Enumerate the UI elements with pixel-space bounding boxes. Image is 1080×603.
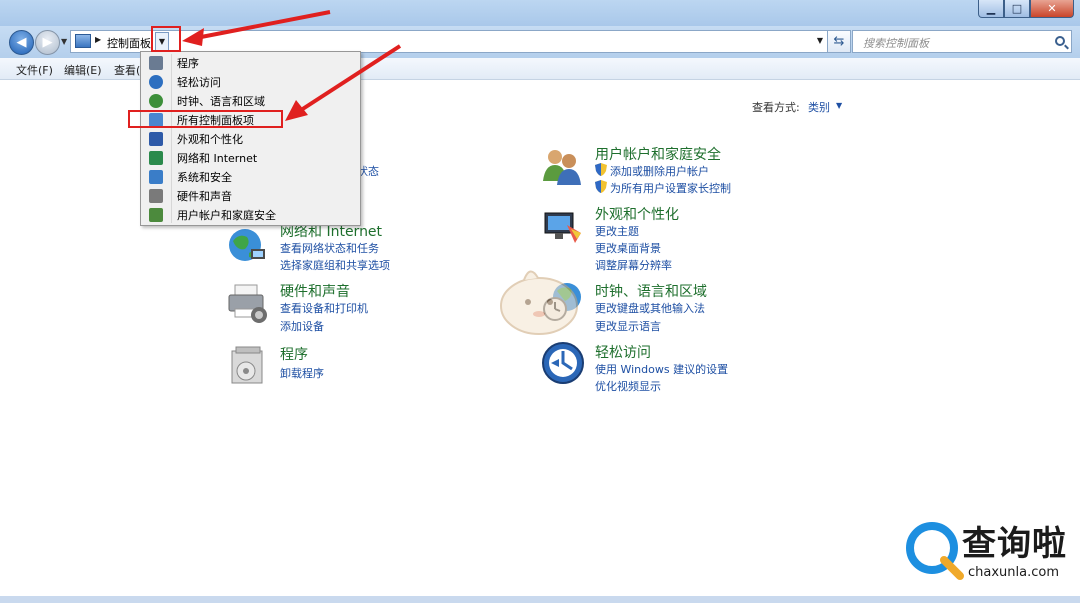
address-history-arrow-icon[interactable]: ▼ bbox=[817, 36, 823, 45]
link-devices-printers[interactable]: 查看设备和打印机 bbox=[280, 300, 368, 316]
search-icon[interactable] bbox=[1055, 36, 1065, 46]
menu-item-appearance[interactable]: 外观和个性化 bbox=[143, 129, 358, 148]
window-controls: ▁ □ ✕ bbox=[978, 0, 1074, 18]
menu-item-label: 网络和 Internet bbox=[177, 151, 258, 165]
menu-item-system-security[interactable]: 系统和安全 bbox=[143, 167, 358, 186]
link-change-theme[interactable]: 更改主题 bbox=[595, 223, 639, 239]
menu-item-network[interactable]: 网络和 Internet bbox=[143, 148, 358, 167]
appearance-icon bbox=[149, 131, 163, 146]
watermark-logo-icon bbox=[906, 522, 964, 580]
category-title-clock[interactable]: 时钟、语言和区域 bbox=[595, 281, 707, 301]
control-panel-icon bbox=[75, 34, 91, 48]
annotation-highlight-all-items bbox=[128, 110, 283, 128]
link-keyboard-input[interactable]: 更改键盘或其他输入法 bbox=[595, 300, 705, 316]
watermark-brand: 查询啦 bbox=[962, 524, 1067, 564]
link-homegroup-sharing[interactable]: 选择家庭组和共享选项 bbox=[280, 257, 390, 273]
ease-of-access-icon[interactable] bbox=[541, 341, 585, 385]
search-placeholder: 搜索控制面板 bbox=[863, 37, 929, 50]
menu-edit[interactable]: 编辑(E) bbox=[64, 62, 102, 78]
menu-item-programs[interactable]: 程序 bbox=[143, 53, 358, 72]
uac-shield-icon bbox=[595, 163, 607, 176]
ease-of-access-icon bbox=[149, 74, 163, 89]
title-bar: ▁ □ ✕ bbox=[0, 0, 1080, 26]
menu-item-label: 程序 bbox=[177, 56, 199, 70]
programs-box-icon[interactable] bbox=[226, 343, 270, 387]
link-optimize-display[interactable]: 优化视频显示 bbox=[595, 378, 661, 394]
uac-shield-icon bbox=[595, 180, 607, 193]
user-accounts-icon bbox=[149, 207, 163, 222]
link-add-remove-users[interactable]: 添加或删除用户帐户 bbox=[610, 163, 709, 179]
menu-view[interactable]: 查看( bbox=[114, 62, 140, 78]
menu-item-label: 用户帐户和家庭安全 bbox=[177, 208, 276, 222]
category-title-appearance[interactable]: 外观和个性化 bbox=[595, 204, 679, 224]
users-icon[interactable] bbox=[541, 143, 585, 187]
appearance-monitor-icon[interactable] bbox=[541, 205, 585, 249]
category-title-hardware[interactable]: 硬件和声音 bbox=[280, 281, 350, 301]
minimize-button[interactable]: ▁ bbox=[978, 0, 1004, 18]
link-uninstall-program[interactable]: 卸载程序 bbox=[280, 365, 324, 381]
link-desktop-background[interactable]: 更改桌面背景 bbox=[595, 240, 661, 256]
breadcrumb-separator-icon[interactable]: ▶ bbox=[95, 35, 101, 44]
view-by-label: 查看方式: bbox=[752, 101, 800, 114]
menu-item-label: 外观和个性化 bbox=[177, 132, 243, 146]
link-parental-controls[interactable]: 为所有用户设置家长控制 bbox=[610, 180, 731, 196]
menu-item-user-accounts[interactable]: 用户帐户和家庭安全 bbox=[143, 205, 358, 224]
link-add-device[interactable]: 添加设备 bbox=[280, 318, 324, 334]
annotation-highlight-dropdown bbox=[151, 26, 181, 52]
menu-item-label: 时钟、语言和区域 bbox=[177, 94, 265, 108]
view-by-chevron-icon[interactable]: ▼ bbox=[836, 101, 842, 110]
programs-icon bbox=[149, 55, 163, 70]
menu-item-label: 轻松访问 bbox=[177, 75, 221, 89]
forward-button[interactable]: ▶ bbox=[35, 30, 60, 55]
menu-item-label: 硬件和声音 bbox=[177, 189, 232, 203]
system-security-icon bbox=[149, 169, 163, 184]
watermark-mascot-icon bbox=[500, 270, 578, 335]
breadcrumb-dropdown-menu: 程序 轻松访问 时钟、语言和区域 所有控制面板项 外观和个性化 网络和 Inte… bbox=[140, 51, 361, 226]
link-view-network-status[interactable]: 查看网络状态和任务 bbox=[280, 240, 379, 256]
category-title-users[interactable]: 用户帐户和家庭安全 bbox=[595, 144, 721, 164]
menu-item-ease-of-access[interactable]: 轻松访问 bbox=[143, 72, 358, 91]
network-globe-icon[interactable] bbox=[225, 223, 269, 267]
close-button[interactable]: ✕ bbox=[1030, 0, 1074, 18]
clock-language-icon bbox=[149, 93, 163, 108]
printer-icon[interactable] bbox=[225, 281, 269, 325]
link-screen-resolution[interactable]: 调整屏幕分辨率 bbox=[595, 257, 672, 273]
back-button[interactable]: ◀ bbox=[9, 30, 34, 55]
menu-item-hardware-sound[interactable]: 硬件和声音 bbox=[143, 186, 358, 205]
category-title-programs[interactable]: 程序 bbox=[280, 344, 308, 364]
view-by-dropdown[interactable]: 类别 bbox=[808, 99, 830, 115]
window-bottom-edge bbox=[0, 596, 1080, 603]
breadcrumb-control-panel[interactable]: 控制面板 bbox=[107, 35, 151, 51]
search-input[interactable]: 搜索控制面板 bbox=[852, 30, 1072, 53]
recent-pages-arrow-icon[interactable]: ▼ bbox=[61, 37, 67, 46]
refresh-button[interactable]: ⇆ bbox=[827, 30, 851, 53]
maximize-button[interactable]: □ bbox=[1004, 0, 1030, 18]
link-display-language[interactable]: 更改显示语言 bbox=[595, 318, 661, 334]
link-recommended-settings[interactable]: 使用 Windows 建议的设置 bbox=[595, 361, 728, 377]
address-bar[interactable]: ▶ 控制面板 ▼ ▼ bbox=[70, 30, 828, 53]
menu-file[interactable]: 文件(F) bbox=[16, 62, 53, 78]
network-icon bbox=[149, 150, 163, 165]
watermark-url: chaxunla.com bbox=[968, 565, 1059, 580]
category-title-ease[interactable]: 轻松访问 bbox=[595, 342, 651, 362]
hardware-sound-icon bbox=[149, 188, 163, 203]
menu-item-clock-language[interactable]: 时钟、语言和区域 bbox=[143, 91, 358, 110]
menu-item-label: 系统和安全 bbox=[177, 170, 232, 184]
